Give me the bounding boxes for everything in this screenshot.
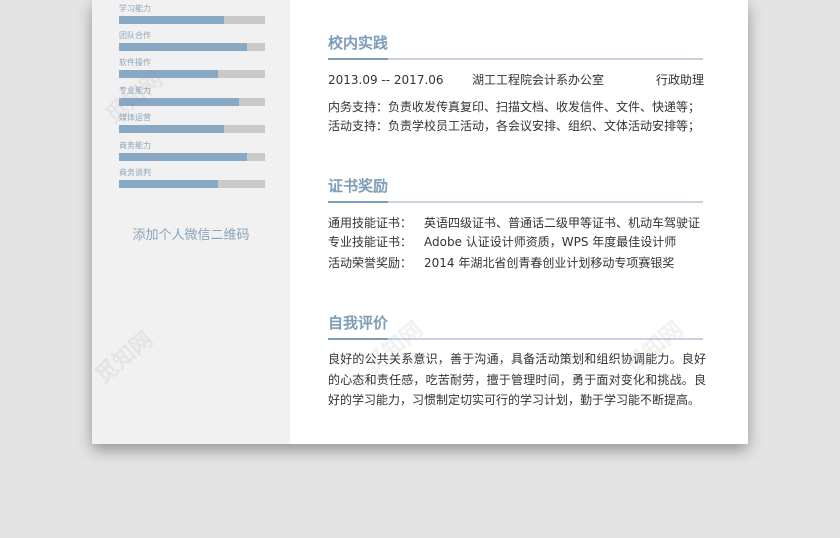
skill-fill (119, 43, 248, 51)
skill-bar (119, 180, 265, 188)
campus-header-row: 2013.09 -- 2017.06 湖工工程院会计系办公室 行政助理 (328, 72, 708, 88)
cert-value: Adobe 认证设计师资质，WPS 年度最佳设计师 (424, 235, 677, 249)
cert-label: 活动荣誉奖励： (328, 256, 413, 270)
cert-value: 英语四级证书、普通话二级甲等证书、机动车驾驶证 (424, 216, 701, 230)
campus-duty-line: 活动支持：负责学校员工活动，各会议安排、组织、文体活动安排等； (328, 119, 701, 133)
skill-label: 学习能力 (119, 4, 151, 13)
skill-bar (119, 16, 265, 24)
self-evaluation-text: 良好的公共关系意识，善于沟通，具备活动策划和组织协调能力。良好的心态和责任感，吃… (328, 352, 706, 407)
cert-label: 通用技能证书： (328, 216, 413, 230)
cert-row: 通用技能证书： 英语四级证书、普通话二级甲等证书、机动车驾驶证 (328, 215, 708, 231)
skill-fill (119, 180, 219, 188)
section-title-self: 自我评价 (328, 314, 389, 332)
skill-label: 媒体运营 (119, 113, 151, 122)
skill-item: 专业能力 (119, 86, 265, 106)
skill-fill (119, 70, 219, 78)
skill-fill (119, 98, 239, 106)
skill-bar (119, 153, 265, 161)
section-divider (328, 58, 703, 60)
skill-item: 商务谈判 (119, 168, 265, 188)
skill-bar (119, 70, 265, 78)
cert-row: 活动荣誉奖励： 2014 年湖北省创青春创业计划移动专项赛银奖 (328, 255, 708, 271)
skill-label: 商务谈判 (119, 168, 151, 177)
skill-item: 媒体运营 (119, 113, 265, 133)
skill-item: 软件操作 (119, 58, 265, 78)
skill-label: 商务能力 (119, 141, 151, 150)
cert-value: 2014 年湖北省创青春创业计划移动专项赛银奖 (424, 256, 675, 270)
campus-org: 湖工工程院会计系办公室 (472, 73, 605, 87)
campus-role: 行政助理 (655, 73, 704, 87)
skill-item: 团队合作 (119, 31, 265, 51)
resume-page: 学习能力 团队合作 软件操作 专业能力 媒体运营 商务能力 商务谈判 添加个人微… (92, 0, 748, 444)
section-divider (328, 338, 703, 340)
campus-duty-line: 内务支持：负责收发传真复印、扫描文档、收发信件、文件、快递等； (328, 100, 701, 114)
skill-label: 团队合作 (119, 31, 151, 40)
skill-bar (119, 98, 265, 106)
skill-item: 商务能力 (119, 141, 265, 161)
skill-label: 软件操作 (119, 58, 151, 67)
skill-item: 学习能力 (119, 4, 265, 24)
skill-fill (119, 153, 248, 161)
skill-bar (119, 43, 265, 51)
skill-fill (119, 16, 225, 24)
cert-label: 专业技能证书： (328, 235, 413, 249)
sidebar: 学习能力 团队合作 软件操作 专业能力 媒体运营 商务能力 商务谈判 添加个人微… (92, 0, 290, 444)
skill-label: 专业能力 (119, 86, 151, 95)
section-title-campus: 校内实践 (328, 34, 389, 52)
skill-fill (119, 125, 225, 133)
section-title-certs: 证书奖励 (328, 177, 389, 195)
section-divider (328, 201, 703, 203)
campus-period: 2013.09 -- 2017.06 (328, 73, 444, 87)
skill-bar (119, 125, 265, 133)
cert-row: 专业技能证书： Adobe 认证设计师资质，WPS 年度最佳设计师 (328, 234, 708, 250)
qr-placeholder-text: 添加个人微信二维码 (132, 228, 250, 243)
